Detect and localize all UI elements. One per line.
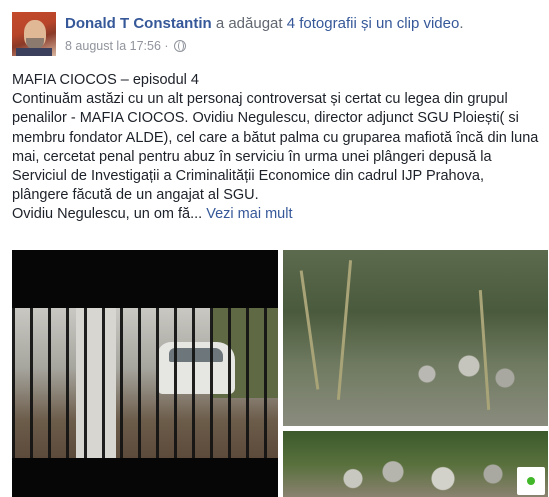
photo-grid <box>12 250 548 497</box>
gate-bars <box>12 308 278 458</box>
post-paragraph: Continuăm astăzi cu un alt personaj cont… <box>12 91 539 204</box>
stones <box>403 350 523 390</box>
chat-status-badge[interactable] <box>517 467 545 495</box>
online-status-dot <box>527 477 535 485</box>
photo-thumbnail-3[interactable] <box>283 431 548 497</box>
avatar-shirt <box>16 48 52 56</box>
action-prefix: a adăugat <box>211 15 287 32</box>
stones <box>323 451 523 497</box>
author-name[interactable]: Donald T Constantin <box>65 15 212 32</box>
action-suffix: . <box>459 15 464 32</box>
post-meta: 8 august la 17:56 · <box>65 38 187 54</box>
photo-thumbnail-2[interactable] <box>283 250 548 426</box>
grass-stalk <box>299 270 320 390</box>
post-body: MAFIA CIOCOS – episodul 4 Continuăm astă… <box>12 71 542 225</box>
truncated-text: Ovidiu Negulescu, un om fă... <box>12 206 203 223</box>
post-header: Donald T Constantin a adăugat 4 fotograf… <box>65 14 464 34</box>
media-link[interactable]: 4 fotografii și un clip video <box>287 15 460 32</box>
meta-separator: · <box>160 39 173 53</box>
video-thumbnail[interactable] <box>12 250 278 497</box>
post-title-line: MAFIA CIOCOS – episodul 4 <box>12 72 199 88</box>
post-truncated-line: Ovidiu Negulescu, un om fă... Vezi mai m… <box>12 205 542 224</box>
author-avatar[interactable] <box>12 12 56 56</box>
globe-icon[interactable] <box>174 40 187 52</box>
see-more-link[interactable]: Vezi mai mult <box>206 206 292 222</box>
post-timestamp[interactable]: 8 august la 17:56 <box>65 39 161 53</box>
grass-stalk <box>336 260 353 400</box>
